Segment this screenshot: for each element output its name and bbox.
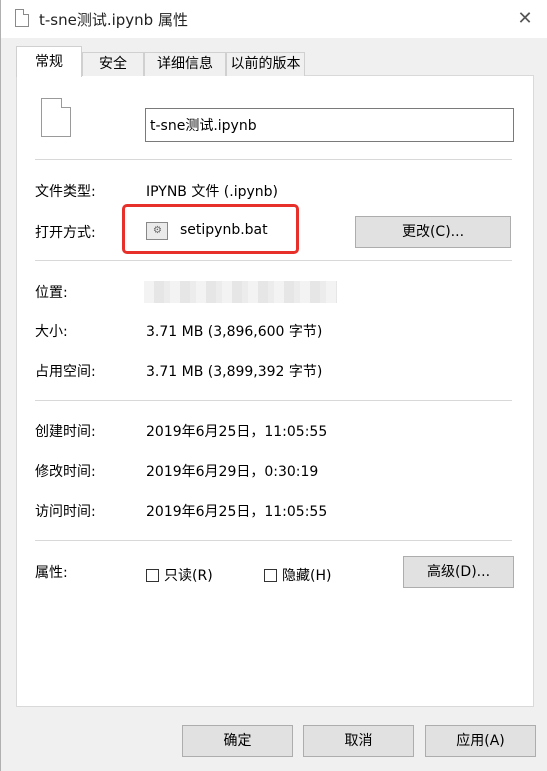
ok-button[interactable]: 确定 bbox=[182, 725, 293, 757]
open-with-value: setipynb.bat bbox=[180, 222, 268, 238]
tab-previous-versions[interactable]: 以前的版本 bbox=[226, 52, 305, 76]
modified-label: 修改时间: bbox=[35, 464, 96, 480]
file-icon bbox=[41, 98, 71, 137]
size-value: 3.71 MB (3,896,600 字节) bbox=[146, 324, 323, 340]
size-on-disk-label: 占用空间: bbox=[35, 364, 96, 380]
modified-value: 2019年6月29日，0:30:19 bbox=[146, 464, 319, 480]
properties-window: t-sne测试.ipynb 属性 ✕ 常规 安全 详细信息 以前的版本 文件类型… bbox=[0, 0, 547, 771]
title-bar: t-sne测试.ipynb 属性 ✕ bbox=[1, 0, 547, 38]
readonly-label: 只读(R) bbox=[164, 568, 213, 584]
location-label: 位置: bbox=[35, 285, 68, 301]
accessed-value: 2019年6月25日，11:05:55 bbox=[146, 504, 328, 520]
advanced-button[interactable]: 高级(D)... bbox=[403, 556, 514, 588]
file-name-input[interactable] bbox=[145, 108, 514, 142]
cancel-button[interactable]: 取消 bbox=[303, 725, 414, 757]
separator bbox=[35, 400, 512, 401]
hidden-label: 隐藏(H) bbox=[282, 568, 332, 584]
change-button[interactable]: 更改(C)... bbox=[355, 216, 511, 248]
hidden-checkbox-box[interactable] bbox=[264, 568, 277, 582]
file-type-label: 文件类型: bbox=[35, 184, 96, 200]
general-panel bbox=[16, 75, 534, 707]
file-icon bbox=[15, 9, 29, 27]
open-with-label: 打开方式: bbox=[35, 225, 96, 241]
created-value: 2019年6月25日，11:05:55 bbox=[146, 424, 328, 440]
readonly-checkbox-box[interactable] bbox=[146, 568, 159, 582]
attributes-label: 属性: bbox=[35, 565, 68, 581]
separator bbox=[35, 159, 512, 160]
apply-button[interactable]: 应用(A) bbox=[425, 725, 536, 757]
separator bbox=[35, 540, 512, 541]
file-type-value: IPYNB 文件 (.ipynb) bbox=[146, 184, 278, 200]
close-icon[interactable]: ✕ bbox=[512, 6, 538, 32]
hidden-checkbox[interactable]: 隐藏(H) bbox=[264, 565, 331, 585]
window-title: t-sne测试.ipynb 属性 bbox=[39, 11, 188, 29]
location-value-redacted bbox=[144, 281, 337, 303]
tab-security[interactable]: 安全 bbox=[82, 52, 144, 76]
separator bbox=[35, 260, 512, 261]
tab-details[interactable]: 详细信息 bbox=[144, 52, 226, 76]
bat-file-icon: ⚙ bbox=[146, 222, 168, 240]
accessed-label: 访问时间: bbox=[35, 504, 96, 520]
tab-general[interactable]: 常规 bbox=[16, 46, 82, 77]
size-on-disk-value: 3.71 MB (3,899,392 字节) bbox=[146, 364, 323, 380]
size-label: 大小: bbox=[35, 324, 68, 340]
created-label: 创建时间: bbox=[35, 424, 96, 440]
readonly-checkbox[interactable]: 只读(R) bbox=[146, 565, 213, 585]
